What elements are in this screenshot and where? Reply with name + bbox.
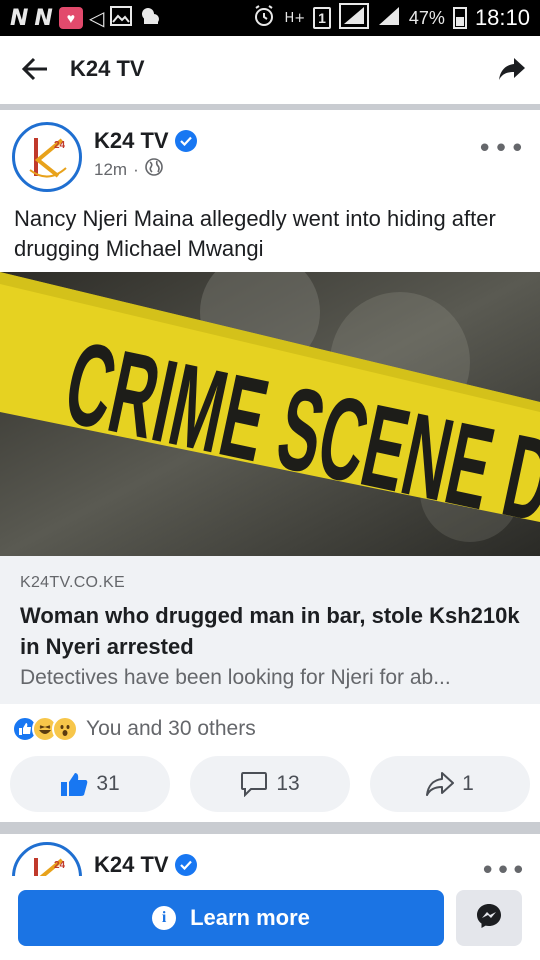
post-meta: 12m · xyxy=(94,158,163,181)
like-count: 31 xyxy=(96,772,120,795)
more-dots-icon[interactable]: ••• xyxy=(477,134,526,164)
post-header: 24 K24 TV 12m · ••• xyxy=(0,112,540,202)
page-name[interactable]: K24 TV xyxy=(94,128,197,154)
comment-count: 13 xyxy=(276,772,300,795)
next-post-page-name[interactable]: K24 TV xyxy=(94,852,197,878)
link-preview-image[interactable]: CRIME SCENE DO NOT CROSS xyxy=(0,272,540,556)
page-name-label[interactable]: K24 TV xyxy=(94,852,169,878)
messenger-button[interactable] xyxy=(456,890,522,946)
clock-time: 18:10 xyxy=(474,5,530,30)
wow-reaction-icon xyxy=(52,716,78,742)
share-arrow-outline-icon xyxy=(426,771,455,797)
share-count: 1 xyxy=(462,772,474,795)
n-icon: N xyxy=(10,5,29,31)
comment-button[interactable]: 13 xyxy=(190,756,350,812)
cta-bar: i Learn more xyxy=(0,876,540,960)
arrow-left-icon[interactable] xyxy=(0,36,70,102)
alarm-icon xyxy=(252,4,276,33)
info-icon: i xyxy=(152,906,177,930)
share-button[interactable]: 1 xyxy=(370,756,530,812)
learn-more-label: Learn more xyxy=(190,905,310,930)
meta-separator: · xyxy=(133,159,139,179)
battery-icon xyxy=(452,7,467,29)
signal-icon xyxy=(338,2,369,34)
reactions-summary[interactable]: You and 30 others xyxy=(12,716,256,742)
post-time[interactable]: 12m xyxy=(94,160,127,180)
globe-icon xyxy=(144,158,163,181)
status-bar: N N ♥ ◁ H+ 1 47% 18:10 xyxy=(0,0,540,36)
network-type-label: H+ xyxy=(284,10,306,26)
svg-text:24: 24 xyxy=(54,860,66,871)
comment-bubble-icon xyxy=(240,771,268,797)
notification-icons: N N ♥ ◁ xyxy=(10,5,162,32)
svg-text:24: 24 xyxy=(54,140,66,151)
page-title: K24 TV xyxy=(70,56,145,81)
like-button[interactable]: 31 xyxy=(10,756,170,812)
link-title[interactable]: Woman who drugged man in bar, stole Ksh2… xyxy=(20,600,520,662)
avatar[interactable]: 24 xyxy=(12,122,82,192)
telegram-icon: ◁ xyxy=(88,6,105,30)
weather-icon xyxy=(138,5,162,32)
link-preview-card[interactable]: K24TV.CO.KE Woman who drugged man in bar… xyxy=(0,556,540,704)
reaction-summary-text[interactable]: You and 30 others xyxy=(86,717,256,741)
link-description: Detectives have been looking for Njeri f… xyxy=(20,666,451,689)
link-domain: K24TV.CO.KE xyxy=(20,574,125,591)
thumbs-up-icon xyxy=(60,771,88,797)
gallery-icon xyxy=(110,5,133,31)
section-divider xyxy=(0,104,540,110)
system-indicators: H+ 1 47% 18:10 xyxy=(252,2,530,34)
signal-icon xyxy=(377,5,401,32)
post-actions: 31 13 1 xyxy=(10,756,530,812)
messenger-icon xyxy=(475,902,503,935)
verified-badge-icon xyxy=(174,854,197,876)
sim-label: 1 xyxy=(313,7,331,29)
post-text: Nancy Njeri Maina allegedly went into hi… xyxy=(14,206,496,261)
learn-more-button[interactable]: i Learn more xyxy=(18,890,444,946)
n-icon: N xyxy=(34,5,53,31)
app-bar: K24 TV xyxy=(0,36,540,102)
post-divider xyxy=(0,822,540,834)
k24-logo-icon: 24 xyxy=(29,138,67,178)
heart-app-icon: ♥ xyxy=(58,7,83,29)
verified-badge-icon xyxy=(174,130,197,152)
page-name-label[interactable]: K24 TV xyxy=(94,128,169,154)
share-arrow-icon[interactable] xyxy=(498,56,526,84)
battery-percent: 47% xyxy=(408,7,445,28)
